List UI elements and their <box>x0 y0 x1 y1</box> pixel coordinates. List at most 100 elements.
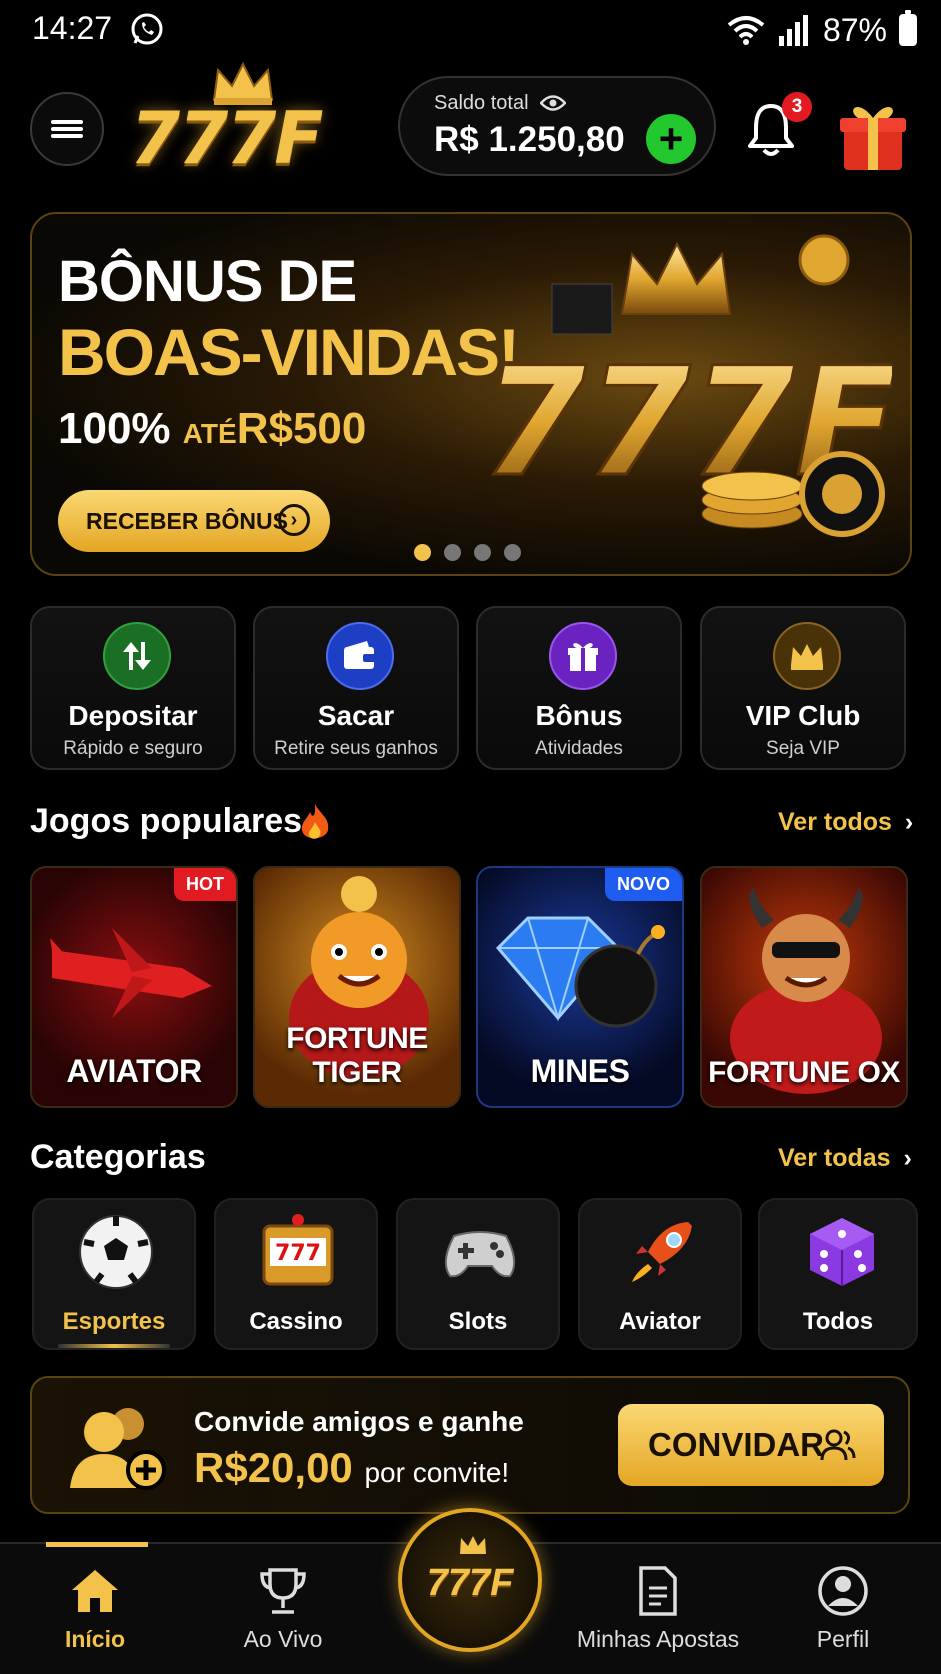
category-esportes[interactable]: Esportes <box>32 1198 196 1350</box>
bonus-label: Bônus <box>535 700 623 731</box>
home-icon <box>72 1570 118 1612</box>
dice-icon <box>810 1218 874 1286</box>
game-card-fortune-tiger[interactable]: FORTUNE TIGER <box>253 866 461 1108</box>
popular-games-title: Jogos populares <box>30 802 303 840</box>
category-aviator[interactable]: Aviator <box>578 1198 742 1350</box>
wifi-icon <box>727 16 765 45</box>
nav-live-label: Ao Vivo <box>243 1626 323 1652</box>
game-card-mines[interactable]: NOVO MINES <box>476 866 684 1108</box>
gift-icon[interactable] <box>838 96 908 172</box>
rocket-icon <box>632 1222 692 1282</box>
chevron-right-icon: › <box>904 808 914 836</box>
hamburger-icon <box>51 117 83 141</box>
banner-offer-pct: 100% <box>58 404 171 453</box>
banner-offer: 100% ATÉR$500 <box>58 404 366 454</box>
see-all-categories-label: Ver todas <box>778 1144 891 1172</box>
see-all-categories-link[interactable]: Ver todas › <box>778 1144 912 1173</box>
svg-text:777: 777 <box>275 1241 321 1266</box>
invite-button[interactable]: CONVIDAR <box>618 1404 884 1486</box>
arrow-right-icon: › <box>278 504 310 536</box>
carousel-dot[interactable] <box>444 544 461 561</box>
vip-card[interactable]: VIP Club Seja VIP <box>700 606 906 770</box>
logo-text: 777F <box>130 96 323 180</box>
carousel-dots[interactable] <box>414 544 521 561</box>
wallet-icon <box>326 622 394 690</box>
center-logo-text: 777F <box>426 1562 514 1604</box>
users-icon <box>820 1429 856 1461</box>
invite-banner[interactable]: Convide amigos e ganhe R$20,00 por convi… <box>30 1376 910 1514</box>
hot-badge: HOT <box>174 868 236 901</box>
deposit-sub: Rápido e seguro <box>63 738 203 759</box>
vip-sub: Seja VIP <box>766 738 840 759</box>
game-card-fortune-ox[interactable]: FORTUNE OX <box>700 866 908 1108</box>
see-all-games-link[interactable]: Ver todos › <box>778 808 913 837</box>
categories-title: Categorias <box>30 1138 206 1176</box>
game-name: AVIATOR <box>66 1053 202 1089</box>
battery-icon <box>899 10 917 46</box>
center-home-button[interactable]: 777F <box>398 1508 542 1652</box>
balance-amount: R$ 1.250,80 <box>434 120 625 159</box>
withdraw-sub: Retire seus ganhos <box>274 738 438 759</box>
game-name: FORTUNE OX <box>708 1056 900 1089</box>
game-card-aviator[interactable]: HOT AVIATOR <box>30 866 238 1108</box>
active-tab-indicator <box>46 1542 148 1547</box>
whatsapp-icon <box>131 13 163 45</box>
vip-label: VIP Club <box>745 700 861 731</box>
profile-icon <box>818 1566 868 1616</box>
gift-small-icon <box>549 622 617 690</box>
category-slots[interactable]: Slots <box>396 1198 560 1350</box>
nav-home[interactable]: Início <box>20 1564 170 1653</box>
clock: 14:27 <box>32 10 113 46</box>
soccer-ball-icon <box>79 1215 153 1289</box>
eye-icon[interactable] <box>540 94 566 112</box>
game-name: MINES <box>530 1053 630 1089</box>
add-funds-button[interactable]: + <box>646 114 696 164</box>
gamepad-icon <box>444 1231 516 1278</box>
carousel-dot[interactable] <box>474 544 491 561</box>
nav-profile-label: Perfil <box>816 1626 870 1652</box>
invite-button-label: CONVIDAR <box>648 1426 825 1463</box>
nav-live[interactable]: Ao Vivo <box>208 1564 358 1653</box>
battery-percent: 87% <box>822 11 887 48</box>
withdraw-label: Sacar <box>317 700 395 731</box>
withdraw-card[interactable]: Sacar Retire seus ganhos <box>253 606 459 770</box>
vip-crown-icon <box>773 622 841 690</box>
category-cassino[interactable]: 777 Cassino <box>214 1198 378 1350</box>
banner-title-line2: BOAS-VINDAS! <box>58 315 520 389</box>
balance-pill[interactable]: Saldo total R$ 1.250,80 + <box>398 76 716 176</box>
category-label: Esportes <box>62 1308 166 1335</box>
claim-bonus-label: RECEBER BÔNUS <box>86 507 288 534</box>
new-badge: NOVO <box>604 868 682 901</box>
notification-badge: 3 <box>782 92 812 122</box>
signal-icon <box>778 15 808 46</box>
active-underline <box>58 1344 170 1348</box>
category-label: Todos <box>802 1308 874 1335</box>
see-all-games-label: Ver todos <box>778 808 892 836</box>
deposit-label: Depositar <box>68 700 198 731</box>
nav-my-bets[interactable]: Minhas Apostas <box>568 1564 748 1653</box>
bonus-card[interactable]: Bônus Atividades <box>476 606 682 770</box>
promo-banner[interactable]: BÔNUS DE BOAS-VINDAS! 100% ATÉR$500 RECE… <box>30 212 912 576</box>
status-bar: 14:27 87% <box>0 0 941 62</box>
nav-profile[interactable]: Perfil <box>768 1564 918 1653</box>
invite-reward: R$20,00 por convite! <box>194 1444 509 1492</box>
banner-offer-ate: ATÉ <box>182 418 237 449</box>
deposit-card[interactable]: Depositar Rápido e seguro <box>30 606 236 770</box>
category-label: Aviator <box>619 1308 701 1335</box>
menu-button[interactable] <box>30 92 104 166</box>
brand-logo[interactable]: 777F <box>130 60 350 180</box>
slot-machine-icon: 777 <box>262 1214 334 1286</box>
invite-amount: R$20,00 <box>194 1444 353 1491</box>
carousel-dot[interactable] <box>504 544 521 561</box>
carousel-dot[interactable] <box>414 544 431 561</box>
category-label: Slots <box>448 1308 508 1335</box>
nav-my-bets-label: Minhas Apostas <box>576 1626 740 1652</box>
invite-suffix: por convite! <box>364 1457 510 1488</box>
trophy-icon <box>260 1568 306 1614</box>
banner-offer-amount: R$500 <box>236 404 367 453</box>
add-friend-icon <box>70 1408 166 1490</box>
chevron-right-icon: › <box>903 1144 912 1172</box>
banner-title-line1: BÔNUS DE <box>58 249 357 314</box>
claim-bonus-button[interactable]: RECEBER BÔNUS › <box>58 490 330 552</box>
category-todos[interactable]: Todos <box>758 1198 918 1350</box>
